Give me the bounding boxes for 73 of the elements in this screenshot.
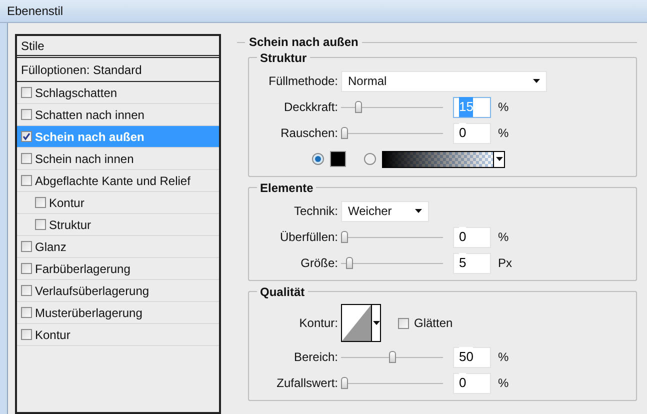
panel-header: Stile <box>17 36 219 58</box>
window-title: Ebenenstil <box>7 3 64 20</box>
style-item[interactable]: Kontur <box>49 194 84 212</box>
checkbox[interactable] <box>21 153 32 164</box>
caret-icon <box>496 157 502 161</box>
checkbox[interactable] <box>35 219 46 230</box>
unit-label: % <box>498 125 509 142</box>
field-label: Deckkraft: <box>282 99 338 116</box>
unit-label: Px <box>498 255 512 272</box>
field-label: Kontur: <box>298 315 338 332</box>
checkbox[interactable] <box>21 263 32 274</box>
style-item[interactable]: Verlaufsüberlagerung <box>35 282 150 300</box>
style-item[interactable]: Schlagschatten <box>35 84 118 102</box>
unit-label: % <box>498 229 509 246</box>
number-field[interactable]: 5 <box>453 252 491 274</box>
unit-label: % <box>498 99 509 116</box>
style-item[interactable]: Schein nach innen <box>35 150 134 168</box>
field-label: Überfüllen: <box>278 229 338 246</box>
field-label: Rauschen: <box>280 125 338 142</box>
checkbox[interactable] <box>21 109 32 120</box>
unit-label: % <box>498 375 509 392</box>
field-label: Zufallswert: <box>276 375 338 392</box>
checkbox[interactable] <box>398 318 409 328</box>
slider-thumb[interactable] <box>346 257 353 269</box>
field-label: Füllmethode: <box>268 73 338 90</box>
checkbox[interactable] <box>21 285 32 296</box>
checkbox[interactable] <box>21 307 32 318</box>
slider-thumb[interactable] <box>341 377 348 389</box>
slider[interactable] <box>341 101 443 113</box>
checked-checkbox[interactable] <box>21 131 32 142</box>
slider-thumb[interactable] <box>341 127 348 139</box>
dropdown[interactable]: Normal <box>341 70 547 92</box>
slider[interactable] <box>341 127 443 139</box>
slider-thumb[interactable] <box>341 231 348 243</box>
slider-thumb[interactable] <box>355 101 362 113</box>
contour-picker[interactable] <box>341 304 381 342</box>
number-field[interactable]: 0 <box>453 372 491 394</box>
panel-title: Schein nach außen <box>249 34 358 51</box>
checkbox[interactable] <box>21 241 32 252</box>
checkbox[interactable] <box>35 197 46 208</box>
dropdown[interactable]: Weicher <box>341 200 429 222</box>
slider[interactable] <box>341 351 443 363</box>
checkbox[interactable] <box>21 175 32 186</box>
slider-thumb[interactable] <box>388 351 396 363</box>
number-field[interactable]: 50 <box>453 346 491 368</box>
style-item[interactable]: Abgeflachte Kante und Relief <box>35 172 190 190</box>
field-label: Bereich: <box>292 349 338 366</box>
radio-button[interactable] <box>364 153 376 165</box>
slider[interactable] <box>341 231 443 243</box>
field-label: Größe: <box>300 255 338 272</box>
number-field[interactable]: 0 <box>453 122 491 144</box>
caret-icon <box>533 79 540 83</box>
caret-icon <box>415 209 422 213</box>
field-label: Technik: <box>292 203 338 220</box>
style-item[interactable]: Musterüberlagerung <box>35 304 142 322</box>
color-swatch[interactable] <box>330 151 346 167</box>
checkbox[interactable] <box>21 87 32 98</box>
gradient-picker[interactable] <box>382 150 505 168</box>
style-item[interactable]: Schatten nach innen <box>35 106 144 124</box>
blend-options-item[interactable]: Fülloptionen: Standard <box>17 59 219 82</box>
selected-text: 15 <box>459 97 474 117</box>
style-item[interactable]: Kontur <box>35 326 70 344</box>
checkbox-label: Glätten <box>414 315 453 332</box>
unit-label: % <box>498 349 509 366</box>
slider[interactable] <box>341 257 443 269</box>
slider[interactable] <box>341 377 443 389</box>
number-field[interactable]: 0 <box>453 226 491 248</box>
style-item[interactable]: Farbüberlagerung <box>35 260 130 278</box>
radio-button[interactable] <box>312 153 324 165</box>
style-item[interactable]: Glanz <box>35 238 66 256</box>
caret-icon <box>372 321 380 325</box>
checkbox[interactable] <box>21 329 32 340</box>
style-item[interactable]: Struktur <box>49 216 92 234</box>
